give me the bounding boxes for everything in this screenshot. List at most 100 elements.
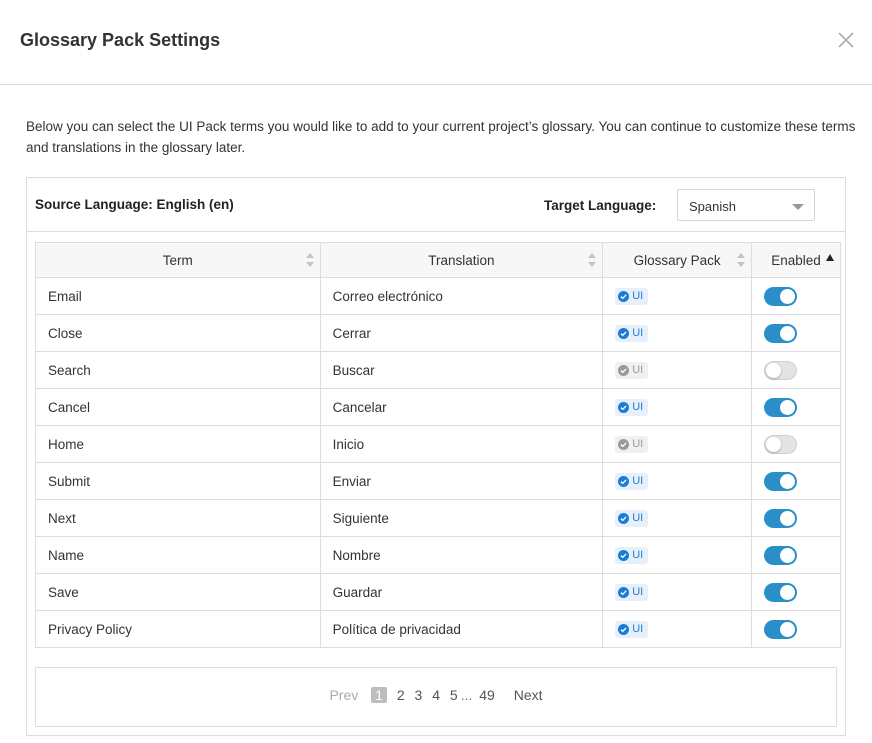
enabled-cell [751, 573, 841, 611]
target-language-value: Spanish [689, 199, 736, 214]
translation-cell: Correo electrónico [319, 277, 604, 315]
translation-text: Política de privacidad [332, 621, 461, 637]
pack-cell: UI [602, 425, 753, 463]
enabled-cell [751, 610, 841, 648]
page-link[interactable]: 5 [450, 687, 458, 703]
column-header-enabled[interactable]: Enabled [751, 242, 841, 278]
check-circle-icon [618, 512, 630, 524]
pack-badge-label: UI [632, 549, 644, 561]
column-header-pack-label: Glossary Pack [633, 252, 721, 268]
translation-cell: Política de privacidad [319, 610, 604, 648]
translation-text: Correo electrónico [332, 288, 443, 304]
term-cell: Close [35, 314, 321, 352]
term-cell: Email [35, 277, 321, 315]
term-text: Home [48, 436, 85, 452]
column-header-translation[interactable]: Translation [319, 242, 604, 278]
enabled-cell [751, 425, 841, 463]
table-header-row: Term Translation Glossary Pack Enabled [35, 242, 841, 278]
check-circle-icon [618, 549, 630, 561]
check-circle-icon [618, 475, 630, 487]
column-header-enabled-label: Enabled [771, 252, 821, 268]
pack-badge-label: UI [632, 512, 644, 524]
pagination-controls: Prev 1 2 3 4 5... 49 Next [36, 687, 836, 703]
table-row: Search Buscar UI [35, 351, 841, 389]
pack-cell: UI [602, 388, 753, 426]
enabled-cell [751, 536, 841, 574]
pack-badge-label: UI [632, 327, 644, 339]
term-text: Submit [48, 473, 91, 489]
toggle-knob [780, 325, 796, 341]
enabled-toggle[interactable] [764, 434, 798, 454]
toggle-knob [780, 621, 796, 637]
page-link-current[interactable]: 1 [371, 687, 387, 703]
page-link[interactable]: 2 [397, 687, 405, 703]
check-circle-icon [618, 586, 630, 598]
translation-cell: Enviar [319, 462, 604, 500]
term-cell: Save [35, 573, 321, 611]
enabled-toggle[interactable] [764, 545, 798, 565]
modal-header: Glossary Pack Settings [0, 0, 872, 85]
enabled-toggle[interactable] [764, 582, 798, 602]
translation-text: Cerrar [332, 325, 371, 341]
translation-cell: Cerrar [319, 314, 604, 352]
pack-badge: UI [615, 583, 649, 601]
toggle-knob [780, 473, 796, 489]
pack-cell: UI [602, 536, 753, 574]
table-row: Save Guardar UI [35, 573, 841, 611]
enabled-toggle[interactable] [764, 471, 798, 491]
term-cell: Submit [35, 462, 321, 500]
translation-cell: Cancelar [319, 388, 604, 426]
term-text: Privacy Policy [48, 621, 133, 637]
check-circle-icon [618, 401, 630, 413]
pack-cell: UI [602, 573, 753, 611]
translation-cell: Siguiente [319, 499, 604, 537]
translation-text: Cancelar [332, 399, 387, 415]
enabled-toggle[interactable] [764, 286, 798, 306]
term-text: Email [48, 288, 82, 304]
next-page-link[interactable]: Next [514, 687, 543, 703]
enabled-cell [751, 351, 841, 389]
column-header-glossary-pack[interactable]: Glossary Pack [602, 242, 753, 278]
pack-cell: UI [602, 314, 753, 352]
table-row: Next Siguiente UI [35, 499, 841, 537]
translation-text: Buscar [332, 362, 375, 378]
table-row: Privacy Policy Política de privacidad UI [35, 610, 841, 648]
column-header-term[interactable]: Term [35, 242, 321, 278]
pack-badge-label: UI [632, 401, 644, 413]
translation-cell: Guardar [319, 573, 604, 611]
table-row: Close Cerrar UI [35, 314, 841, 352]
close-icon [838, 32, 854, 48]
enabled-toggle[interactable] [764, 323, 798, 343]
enabled-toggle[interactable] [764, 397, 798, 417]
table-row: Name Nombre UI [35, 536, 841, 574]
pack-cell: UI [602, 462, 753, 500]
term-cell: Privacy Policy [35, 610, 321, 648]
pack-badge: UI [615, 287, 649, 305]
term-text: Close [48, 325, 83, 341]
pack-cell: UI [602, 277, 753, 315]
close-button[interactable] [834, 28, 858, 52]
term-text: Cancel [48, 399, 91, 415]
term-cell: Cancel [35, 388, 321, 426]
prev-page-link[interactable]: Prev [329, 687, 358, 703]
enabled-toggle[interactable] [764, 360, 798, 380]
enabled-cell [751, 499, 841, 537]
translation-text: Guardar [332, 584, 383, 600]
toggle-knob [780, 288, 796, 304]
pack-badge: UI [615, 361, 649, 379]
enabled-cell [751, 314, 841, 352]
table-row: Email Correo electrónico UI [35, 277, 841, 315]
translation-cell: Buscar [319, 351, 604, 389]
sort-icon [588, 253, 597, 269]
enabled-toggle[interactable] [764, 619, 798, 639]
check-circle-icon [618, 438, 630, 450]
target-language-select[interactable]: Spanish [677, 189, 815, 221]
pagination: Prev 1 2 3 4 5... 49 Next [35, 667, 837, 727]
term-text: Name [48, 547, 85, 563]
toggle-knob [766, 362, 782, 378]
pack-badge-label: UI [632, 586, 644, 598]
enabled-toggle[interactable] [764, 508, 798, 528]
page-link[interactable]: 4 [432, 687, 440, 703]
page-link-last[interactable]: 49 [479, 687, 495, 703]
page-link[interactable]: 3 [415, 687, 423, 703]
